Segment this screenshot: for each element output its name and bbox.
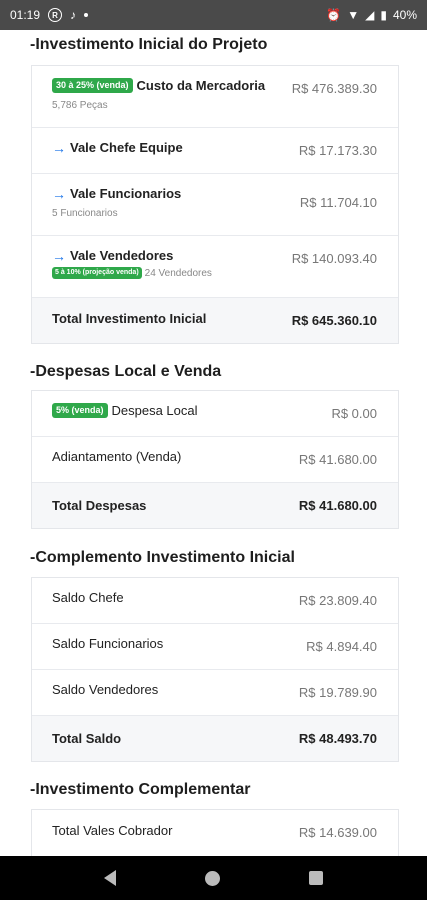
row-label: Total Investimento Inicial [52, 311, 207, 326]
section-title-investimento-inicial: -Investimento Inicial do Projeto [30, 36, 268, 53]
percent-badge: 5% (venda) [52, 403, 108, 418]
row-value: R$ 11.704.10 [299, 195, 377, 210]
status-time: 01:19 [10, 8, 41, 22]
row-saldo-vendedores[interactable]: Saldo Vendedores R$ 19.789.90 [32, 670, 398, 716]
row-label: Saldo Vendedores [52, 682, 159, 697]
row-label: Saldo Chefe [52, 590, 124, 605]
row-value: R$ 645.360.10 [291, 313, 377, 328]
row-value: R$ 19.789.90 [298, 685, 377, 700]
battery-icon: ▮ [380, 8, 387, 22]
row-value: R$ 48.493.70 [298, 731, 377, 746]
row-sub: 5 Funcionarios [52, 208, 118, 219]
row-label: Vale Vendedores [70, 248, 174, 263]
card-complemento: Saldo Chefe R$ 23.809.40 Saldo Funcionar… [31, 577, 399, 762]
row-total-despesas: Total Despesas R$ 41.680.00 [32, 483, 398, 528]
margin-badge: 30 à 25% (venda) [52, 78, 133, 93]
row-value: R$ 476.389.30 [291, 81, 377, 96]
row-label: Adiantamento (Venda) [52, 449, 182, 464]
recent-apps-icon[interactable] [308, 871, 323, 885]
row-label: Total Despesas [52, 498, 147, 513]
row-value: R$ 23.809.40 [298, 593, 377, 608]
row-label: Saldo Funcionarios [52, 636, 164, 651]
row-vale-chefe[interactable]: → Vale Chefe Equipe R$ 17.173.30 [32, 128, 398, 174]
row-sub: 24 Vendedores [144, 267, 212, 279]
section-title-complemento: -Complemento Investimento Inicial [30, 549, 295, 566]
row-custo-mercadoria[interactable]: 30 à 25% (venda) Custo da Mercadoria 5,7… [32, 66, 398, 128]
card-despesas: 5% (venda) Despesa Local R$ 0.00 Adianta… [31, 390, 399, 529]
projection-badge: 5 à 10% (projeção venda) [52, 267, 142, 279]
arrow-right-icon: → [52, 247, 66, 264]
row-label: Vale Chefe Equipe [70, 140, 183, 155]
row-value: R$ 41.680.00 [298, 498, 377, 513]
row-label: Despesa Local [111, 403, 198, 418]
r-notification-icon: R [48, 8, 63, 22]
arrow-right-icon: → [52, 139, 66, 156]
wifi-icon: ▼ [347, 8, 360, 22]
row-value: R$ 14.639.00 [298, 825, 377, 840]
alarm-icon: ⏰ [326, 8, 342, 22]
row-label: Custo da Mercadoria [136, 78, 266, 93]
row-adiantamento[interactable]: Adiantamento (Venda) R$ 41.680.00 [32, 437, 398, 483]
card-complementar: Total Vales Cobrador R$ 14.639.00 [31, 809, 399, 856]
card-investimento-inicial: 30 à 25% (venda) Custo da Mercadoria 5,7… [31, 65, 399, 344]
row-value: R$ 41.680.00 [298, 452, 377, 467]
row-value: R$ 4.894.40 [306, 639, 377, 654]
arrow-right-icon: → [52, 185, 66, 202]
section-title-despesas: -Despesas Local e Venda [30, 363, 222, 380]
row-label: Total Saldo [52, 731, 122, 746]
row-sub: 5,786 Peças [52, 100, 108, 111]
row-label: Total Vales Cobrador [52, 823, 173, 838]
home-icon[interactable] [204, 870, 220, 886]
status-bar: 01:19 R ♪ ⏰ ▼ ◢ ▮ 40% [0, 0, 427, 30]
row-saldo-chefe[interactable]: Saldo Chefe R$ 23.809.40 [32, 578, 398, 624]
back-icon[interactable] [104, 870, 117, 886]
row-total-investimento-inicial: Total Investimento Inicial R$ 645.360.10 [32, 298, 398, 343]
tiktok-icon: ♪ [70, 8, 77, 22]
signal-icon: ◢ [365, 8, 375, 22]
row-total-saldo: Total Saldo R$ 48.493.70 [32, 716, 398, 761]
more-notifications-icon [84, 13, 89, 17]
row-value: R$ 17.173.30 [298, 143, 377, 158]
row-total-vales-cobrador[interactable]: Total Vales Cobrador R$ 14.639.00 [32, 810, 398, 856]
row-saldo-funcionarios[interactable]: Saldo Funcionarios R$ 4.894.40 [32, 624, 398, 670]
system-nav-bar [0, 856, 427, 900]
row-despesa-local[interactable]: 5% (venda) Despesa Local R$ 0.00 [32, 391, 398, 437]
row-value: R$ 140.093.40 [291, 251, 377, 266]
section-title-complementar: -Investimento Complementar [30, 781, 251, 798]
row-vale-vendedores[interactable]: → Vale Vendedores 5 à 10% (projeção vend… [32, 236, 398, 298]
battery-level: 40% [392, 8, 417, 22]
row-value: R$ 0.00 [331, 406, 377, 421]
scroll-content[interactable]: -Investimento Inicial do Projeto 30 à 25… [0, 30, 427, 856]
row-vale-funcionarios[interactable]: → Vale Funcionarios 5 Funcionarios R$ 11… [32, 174, 398, 236]
row-label: Vale Funcionarios [70, 186, 182, 201]
